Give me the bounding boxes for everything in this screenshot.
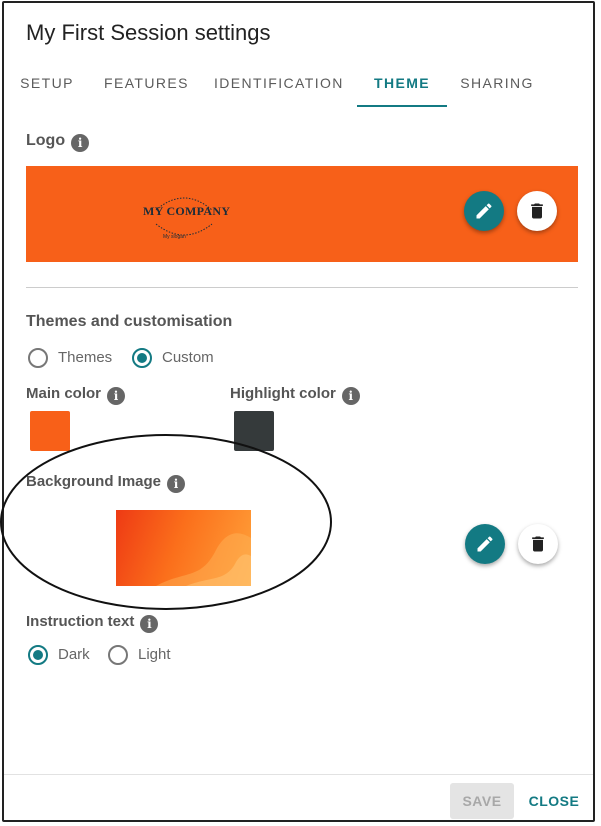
instruction-text-radio-group: Dark Light	[26, 645, 226, 669]
highlight-color-label: Highlight color i	[230, 385, 360, 405]
tab-bar: SETUP FEATURES IDENTIFICATION THEME SHAR…	[4, 65, 593, 109]
logo-label-text: Logo	[26, 132, 66, 149]
custom-radio-label: Custom	[162, 349, 214, 366]
background-image-label: Background Image i	[26, 473, 186, 493]
info-icon[interactable]: i	[167, 475, 186, 493]
info-icon[interactable]: i	[140, 615, 159, 633]
instruction-text-label: Instruction text i	[26, 613, 159, 633]
tab-features[interactable]: FEATURES	[104, 65, 188, 105]
dialog-title: My First Session settings	[26, 20, 271, 45]
edit-logo-button[interactable]	[464, 191, 504, 231]
main-color-label: Main color i	[26, 385, 126, 405]
trash-icon	[531, 203, 543, 219]
delete-logo-button[interactable]	[517, 191, 557, 231]
save-button[interactable]: SAVE	[450, 783, 514, 819]
info-icon[interactable]: i	[71, 134, 90, 152]
theme-mode-radio-group: Themes Custom	[26, 348, 286, 372]
logo-company-name: MY COMPANY	[143, 204, 231, 218]
delete-background-button[interactable]	[518, 524, 558, 564]
main-color-label-text: Main color	[26, 385, 102, 402]
custom-radio[interactable]	[132, 348, 152, 368]
background-wave-art	[156, 533, 251, 586]
close-button[interactable]: CLOSE	[524, 783, 584, 819]
tab-theme[interactable]: THEME	[357, 65, 447, 107]
footer-divider	[4, 774, 593, 775]
info-icon[interactable]: i	[341, 387, 360, 405]
edit-background-button[interactable]	[465, 524, 505, 564]
instruction-text-label-text: Instruction text	[26, 613, 135, 630]
themes-radio-label: Themes	[58, 349, 113, 366]
logo-preview: MY COMPANY My slogan	[26, 166, 578, 262]
section-divider	[26, 287, 578, 288]
highlight-color-swatch[interactable]	[234, 411, 274, 451]
info-icon[interactable]: i	[107, 387, 126, 405]
dark-radio-label: Dark	[58, 646, 90, 663]
themes-radio[interactable]	[28, 348, 48, 368]
trash-icon	[532, 536, 544, 552]
background-image-label-text: Background Image	[26, 473, 162, 490]
background-image-preview	[116, 510, 251, 586]
themes-section-label: Themes and customisation	[26, 313, 233, 330]
light-radio-label: Light	[138, 646, 171, 663]
main-color-swatch[interactable]	[30, 411, 70, 451]
pencil-icon	[477, 536, 493, 552]
dark-radio[interactable]	[28, 645, 48, 665]
light-radio[interactable]	[108, 645, 128, 665]
logo-slogan: My slogan	[163, 234, 186, 240]
tab-sharing[interactable]: SHARING	[460, 65, 534, 105]
settings-dialog: My First Session settings SETUP FEATURES…	[2, 1, 595, 822]
pencil-icon	[476, 203, 492, 219]
highlight-color-label-text: Highlight color	[230, 385, 336, 402]
tab-setup[interactable]: SETUP	[20, 65, 74, 105]
tab-identification[interactable]: IDENTIFICATION	[214, 65, 342, 105]
logo-section-label: Logo i	[26, 132, 90, 152]
